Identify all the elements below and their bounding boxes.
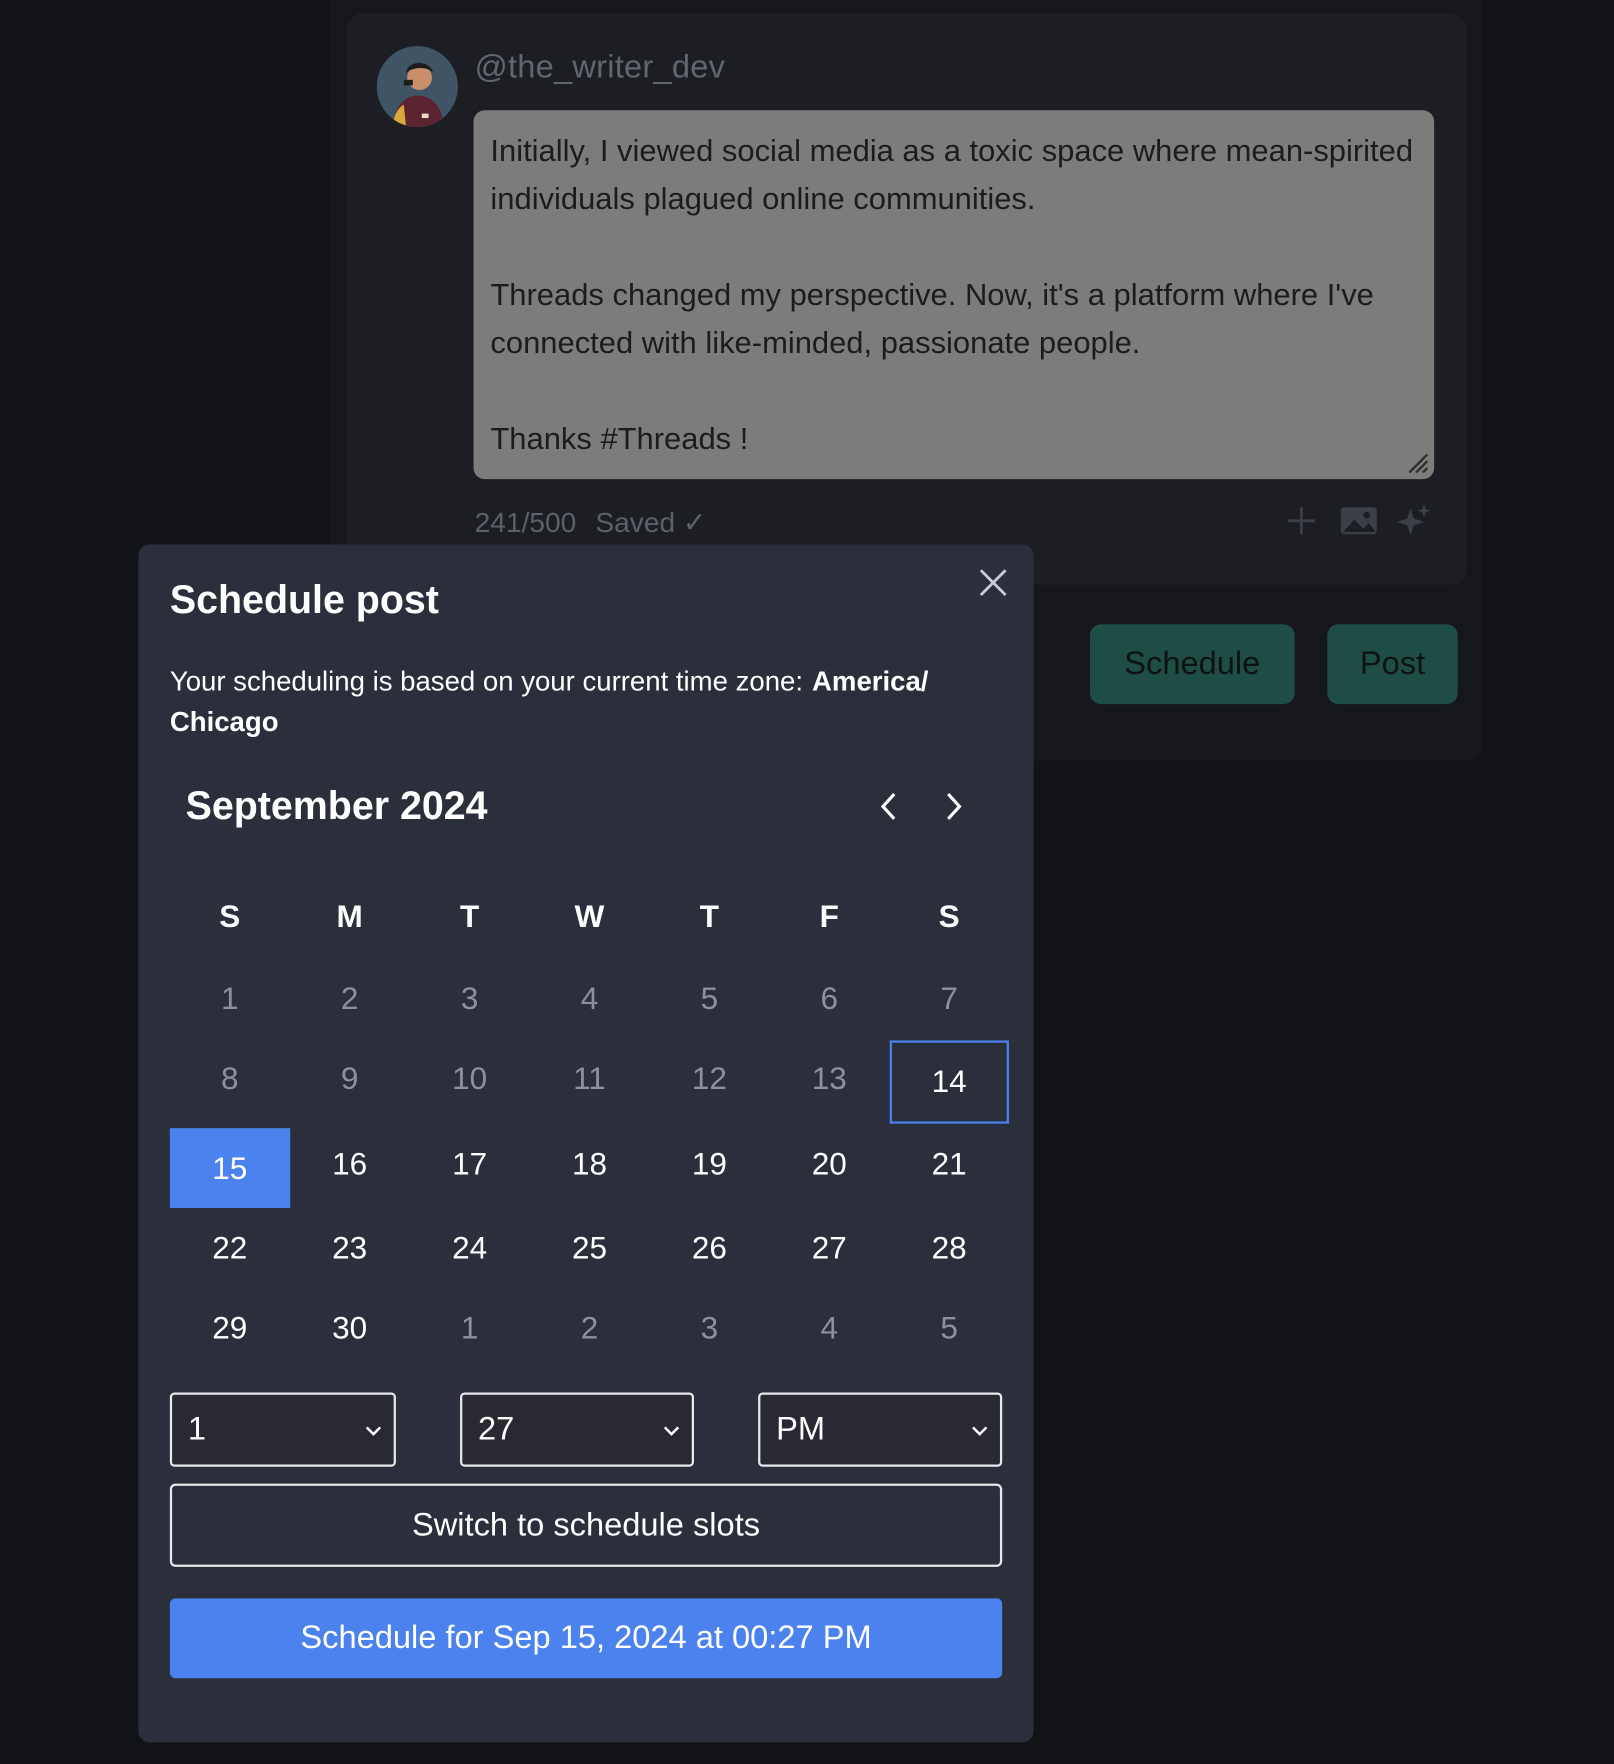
calendar-day[interactable]: 12	[649, 1038, 769, 1118]
app-screen: @the_writer_dev Initially, I viewed soci…	[0, 0, 1614, 1764]
ampm-value: PM	[776, 1411, 826, 1448]
calendar-day[interactable]: 27	[769, 1208, 889, 1288]
avatar[interactable]	[376, 46, 458, 128]
chevron-right-icon[interactable]	[934, 787, 972, 825]
calendar-day[interactable]: 19	[649, 1124, 769, 1204]
schedule-modal: Schedule post Your scheduling is based o…	[138, 544, 1034, 1743]
calendar-day[interactable]: 5	[649, 958, 769, 1038]
image-icon[interactable]	[1339, 502, 1379, 540]
month-label: September 2024	[185, 783, 488, 828]
calendar-day[interactable]: 6	[769, 958, 889, 1038]
weekday-label: W	[574, 898, 605, 934]
calendar-day[interactable]: 18	[530, 1124, 650, 1204]
calendar-day[interactable]: 23	[290, 1208, 410, 1288]
calendar-day[interactable]: 10	[410, 1038, 530, 1118]
post-paragraph: Threads changed my perspective. Now, it'…	[490, 276, 1374, 360]
calendar-day[interactable]: 3	[649, 1288, 769, 1368]
weekday-label: M	[336, 898, 363, 934]
calendar-day[interactable]: 17	[410, 1124, 530, 1204]
minute-select[interactable]: 27	[460, 1392, 695, 1467]
minute-value: 27	[478, 1411, 515, 1448]
calendar-day[interactable]: 26	[649, 1208, 769, 1288]
schedule-button[interactable]: Schedule	[1089, 624, 1295, 705]
composer-meta: 241/500 Saved ✓	[475, 506, 718, 540]
calendar-day[interactable]: 21	[889, 1124, 1009, 1204]
chevron-down-icon	[972, 1426, 988, 1436]
calendar-day-selected[interactable]: 15	[169, 1128, 290, 1209]
post-paragraph: Thanks #Threads !	[490, 420, 749, 456]
calendar-day[interactable]: 22	[170, 1208, 290, 1288]
weekday-label: T	[459, 898, 480, 934]
char-count: 241/500	[474, 507, 577, 539]
calendar-day[interactable]: 1	[170, 958, 290, 1038]
calendar-day[interactable]: 4	[530, 958, 650, 1038]
calendar-day[interactable]: 5	[889, 1288, 1009, 1368]
calendar-day[interactable]: 7	[889, 958, 1009, 1038]
calendar-day[interactable]: 28	[889, 1208, 1009, 1288]
calendar-day[interactable]: 11	[530, 1038, 650, 1118]
calendar-day[interactable]: 25	[530, 1208, 650, 1288]
hour-select[interactable]: 1	[169, 1392, 396, 1467]
chevron-down-icon	[663, 1426, 680, 1436]
timezone-text: Your scheduling is based on your current…	[169, 667, 804, 698]
calendar-day[interactable]: 29	[170, 1288, 290, 1368]
switch-to-slots-button[interactable]: Switch to schedule slots	[169, 1483, 1003, 1567]
post-button[interactable]: Post	[1327, 624, 1458, 705]
calendar-day[interactable]: 30	[290, 1288, 410, 1368]
weekday-label: T	[699, 898, 719, 934]
calendar-day[interactable]: 16	[290, 1124, 410, 1204]
calendar-day[interactable]: 2	[530, 1288, 650, 1368]
calendar-grid: S M T W T F S 1 2 3 4 5 6 7 8 9 10 11 12 13 14 15 16 17 1…	[169, 875, 1010, 1368]
hour-value: 1	[187, 1411, 206, 1448]
close-icon[interactable]	[973, 562, 1013, 602]
calendar-day[interactable]: 20	[769, 1124, 889, 1204]
chevron-left-icon[interactable]	[871, 787, 909, 825]
weekday-label: F	[819, 898, 839, 934]
resize-handle-icon[interactable]	[1405, 450, 1430, 475]
calendar-day-today[interactable]: 14	[889, 1040, 1010, 1124]
plus-icon[interactable]	[1285, 502, 1319, 540]
calendar-day[interactable]: 1	[410, 1288, 530, 1368]
modal-title: Schedule post	[169, 578, 439, 623]
confirm-schedule-button[interactable]: Schedule for Sep 15, 2024 at 00:27 PM	[169, 1598, 1003, 1679]
username: @the_writer_dev	[474, 49, 726, 86]
calendar-day[interactable]: 9	[290, 1038, 410, 1118]
chevron-down-icon	[365, 1426, 382, 1436]
weekday-label: S	[938, 898, 960, 934]
calendar-day[interactable]: 24	[410, 1208, 530, 1288]
calendar-day[interactable]: 3	[410, 958, 530, 1038]
weekday-label: S	[219, 898, 241, 934]
sparkle-icon[interactable]	[1395, 502, 1433, 540]
timezone-note: Your scheduling is based on your current…	[170, 663, 1014, 744]
ampm-select[interactable]: PM	[758, 1392, 1003, 1467]
calendar-day[interactable]: 4	[769, 1288, 889, 1368]
calendar-day[interactable]: 2	[290, 958, 410, 1038]
avatar-illustration	[376, 46, 458, 128]
calendar-day[interactable]: 8	[170, 1038, 290, 1118]
post-paragraph: Initially, I viewed social media as a to…	[490, 132, 1414, 216]
post-textarea[interactable]: Initially, I viewed social media as a to…	[473, 110, 1435, 480]
save-status: Saved ✓	[595, 507, 707, 539]
calendar-day[interactable]: 13	[769, 1038, 889, 1118]
